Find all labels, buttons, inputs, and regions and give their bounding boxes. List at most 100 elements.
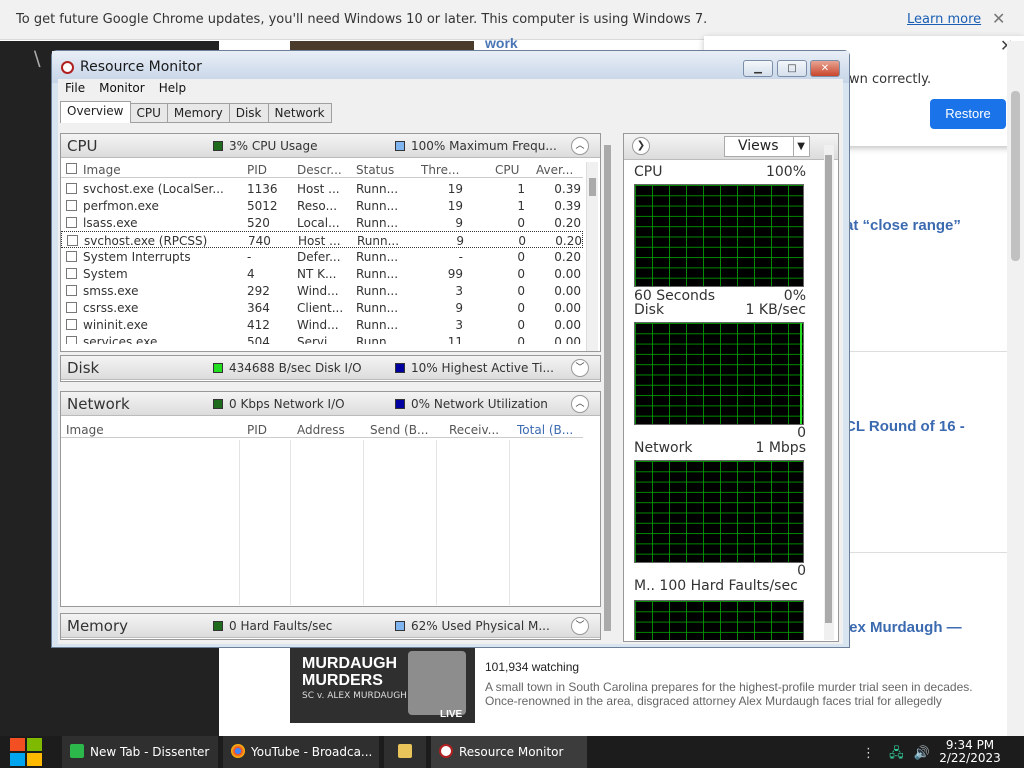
headline-close-range[interactable]: at “close range” bbox=[845, 217, 961, 234]
memory-section-header[interactable]: Memory 0 Hard Faults/sec 62% Used Physic… bbox=[61, 614, 600, 638]
menu-file[interactable]: File bbox=[58, 79, 92, 97]
col-image[interactable]: Image bbox=[83, 163, 233, 177]
row-description: Local... bbox=[297, 216, 340, 230]
memory-section: Memory 0 Hard Faults/sec 62% Used Physic… bbox=[60, 613, 601, 640]
infobar-close-icon[interactable]: ✕ bbox=[992, 9, 1005, 28]
table-row[interactable]: smss.exe 292 Wind... Runn... 3 0 0.00 bbox=[61, 282, 583, 299]
menu-help[interactable]: Help bbox=[152, 79, 193, 97]
network-tray-icon[interactable]: 🖧 bbox=[889, 746, 904, 761]
minimize-button[interactable]: ▁ bbox=[743, 60, 773, 77]
graph-scroll-thumb[interactable] bbox=[825, 155, 832, 623]
chevron-down-icon[interactable]: ﹀ bbox=[571, 617, 589, 635]
row-image: wininit.exe bbox=[83, 318, 148, 332]
cpu-scrollbar[interactable] bbox=[586, 162, 598, 351]
tab-memory[interactable]: Memory bbox=[166, 103, 230, 123]
tab-network[interactable]: Network bbox=[267, 103, 332, 123]
page-scrollbar[interactable] bbox=[1007, 41, 1024, 736]
col-cpu[interactable]: CPU bbox=[495, 163, 525, 177]
col-pid[interactable]: PID bbox=[247, 163, 291, 177]
table-row[interactable]: svchost.exe (RPCSS) 740 Host ... Runn... 9 0 0… bbox=[61, 231, 583, 248]
row-checkbox[interactable] bbox=[66, 268, 77, 279]
net-col-receive[interactable]: Receiv... bbox=[449, 423, 507, 437]
row-pid: 364 bbox=[247, 301, 270, 315]
network-util-swatch bbox=[395, 399, 405, 409]
start-button[interactable] bbox=[8, 738, 44, 766]
menu-monitor[interactable]: Monitor bbox=[92, 79, 152, 97]
row-average: 0.00 bbox=[554, 267, 581, 281]
network-section-header[interactable]: Network 0 Kbps Network I/O 0% Network Ut… bbox=[61, 392, 600, 416]
taskbar-item-explorer[interactable] bbox=[384, 736, 426, 768]
page-scroll-thumb[interactable] bbox=[1011, 91, 1020, 261]
col-threads[interactable]: Thre... bbox=[421, 163, 463, 177]
col-status[interactable]: Status bbox=[356, 163, 406, 177]
top-headline[interactable]: work bbox=[485, 35, 518, 51]
row-checkbox[interactable] bbox=[66, 319, 77, 330]
row-image: services.exe bbox=[83, 335, 158, 344]
video-thumbnail[interactable]: MURDAUGH MURDERS SC v. ALEX MURDAUGH LIV… bbox=[290, 647, 475, 723]
net-col-address[interactable]: Address bbox=[297, 423, 357, 437]
row-checkbox[interactable] bbox=[66, 183, 77, 194]
clock[interactable]: 9:34 PM 2/22/2023 bbox=[930, 739, 1010, 765]
table-row[interactable]: System 4 NT K... Runn... 99 0 0.00 bbox=[61, 265, 583, 282]
row-checkbox[interactable] bbox=[66, 285, 77, 296]
restore-button[interactable]: Restore bbox=[930, 99, 1006, 129]
cpu-scroll-thumb[interactable] bbox=[589, 178, 596, 196]
row-average: 0.00 bbox=[554, 335, 581, 344]
chevron-down-icon[interactable]: ﹀ bbox=[571, 359, 589, 377]
select-all-checkbox[interactable] bbox=[66, 163, 77, 174]
row-checkbox[interactable] bbox=[67, 235, 78, 246]
table-row[interactable]: svchost.exe (LocalSer... 1136 Host ... Runn… bbox=[61, 180, 583, 197]
chevron-right-icon[interactable]: ❯ bbox=[632, 137, 650, 155]
table-row[interactable]: services.exe 504 Servi... Runn... 11 0 0.00 bbox=[61, 333, 583, 344]
net-col-total[interactable]: Total (B... bbox=[517, 423, 581, 437]
views-dropdown[interactable]: Views ▼ bbox=[724, 136, 810, 157]
table-row[interactable]: perfmon.exe 5012 Reso... Runn... 19 1 0.39 bbox=[61, 197, 583, 214]
taskbar-item-dissenter[interactable]: New Tab - Dissenter bbox=[62, 736, 218, 768]
overview-scrollbar[interactable] bbox=[603, 135, 613, 640]
learn-more-link[interactable]: Learn more bbox=[907, 12, 981, 27]
close-button[interactable]: ✕ bbox=[810, 60, 840, 77]
row-pid: 5012 bbox=[247, 199, 278, 213]
row-checkbox[interactable] bbox=[66, 251, 77, 262]
tab-disk[interactable]: Disk bbox=[228, 103, 269, 123]
row-checkbox[interactable] bbox=[66, 217, 77, 228]
row-image: perfmon.exe bbox=[83, 199, 159, 213]
table-row[interactable]: lsass.exe 520 Local... Runn... 9 0 0.20 bbox=[61, 214, 583, 231]
net-col-pid[interactable]: PID bbox=[247, 423, 291, 437]
chevron-up-icon[interactable]: ︿ bbox=[571, 137, 589, 155]
table-row[interactable]: System Interrupts - Defer... Runn... - 0 0.20 bbox=[61, 248, 583, 265]
more-icon[interactable]: ⋮ bbox=[862, 746, 875, 761]
overview-sections: CPU 3% CPU Usage 100% Maximum Frequ... ︿… bbox=[60, 133, 601, 642]
taskbar-item-resource-monitor[interactable]: Resource Monitor bbox=[431, 736, 587, 768]
network-io-stat: 0 Kbps Network I/O bbox=[229, 397, 345, 411]
table-row[interactable]: wininit.exe 412 Wind... Runn... 3 0 0.00 bbox=[61, 316, 583, 333]
cpu-freq-stat: 100% Maximum Frequ... bbox=[411, 139, 557, 153]
cpu-section-header[interactable]: CPU 3% CPU Usage 100% Maximum Frequ... ︿ bbox=[61, 134, 600, 158]
headline-murdaugh[interactable]: lex Murdaugh — bbox=[845, 619, 962, 636]
row-description: NT K... bbox=[297, 267, 337, 281]
row-description: Wind... bbox=[297, 318, 339, 332]
volume-icon[interactable]: 🔊 bbox=[914, 746, 930, 761]
maximize-button[interactable]: □ bbox=[777, 60, 807, 77]
net-col-image[interactable]: Image bbox=[66, 423, 226, 437]
graph-pane-scrollbar[interactable] bbox=[824, 145, 834, 640]
network-graph-max: 1 Mbps bbox=[755, 440, 806, 456]
graph-pane-header: ❯ Views ▼ bbox=[624, 134, 838, 160]
row-checkbox[interactable] bbox=[66, 302, 77, 313]
row-checkbox[interactable] bbox=[66, 336, 77, 344]
overview-scroll-thumb[interactable] bbox=[604, 145, 611, 631]
network-section: Network 0 Kbps Network I/O 0% Network Ut… bbox=[60, 391, 601, 607]
row-checkbox[interactable] bbox=[66, 200, 77, 211]
headline-ucl[interactable]: CL Round of 16 - bbox=[845, 418, 965, 435]
taskbar-item-youtube[interactable]: YouTube - Broadca... bbox=[223, 736, 379, 768]
row-cpu: 0 bbox=[517, 250, 525, 264]
table-row[interactable]: csrss.exe 364 Client... Runn... 9 0 0.00 bbox=[61, 299, 583, 316]
memory-section-title: Memory bbox=[67, 617, 129, 635]
col-average[interactable]: Aver... bbox=[536, 163, 581, 177]
col-description[interactable]: Descr... bbox=[297, 163, 347, 177]
net-col-send[interactable]: Send (B... bbox=[370, 423, 432, 437]
disk-section-header[interactable]: Disk 434688 B/sec Disk I/O 10% Highest A… bbox=[61, 356, 600, 380]
tab-cpu[interactable]: CPU bbox=[129, 103, 168, 123]
chevron-up-icon[interactable]: ︿ bbox=[571, 395, 589, 413]
tab-overview[interactable]: Overview bbox=[60, 101, 131, 123]
